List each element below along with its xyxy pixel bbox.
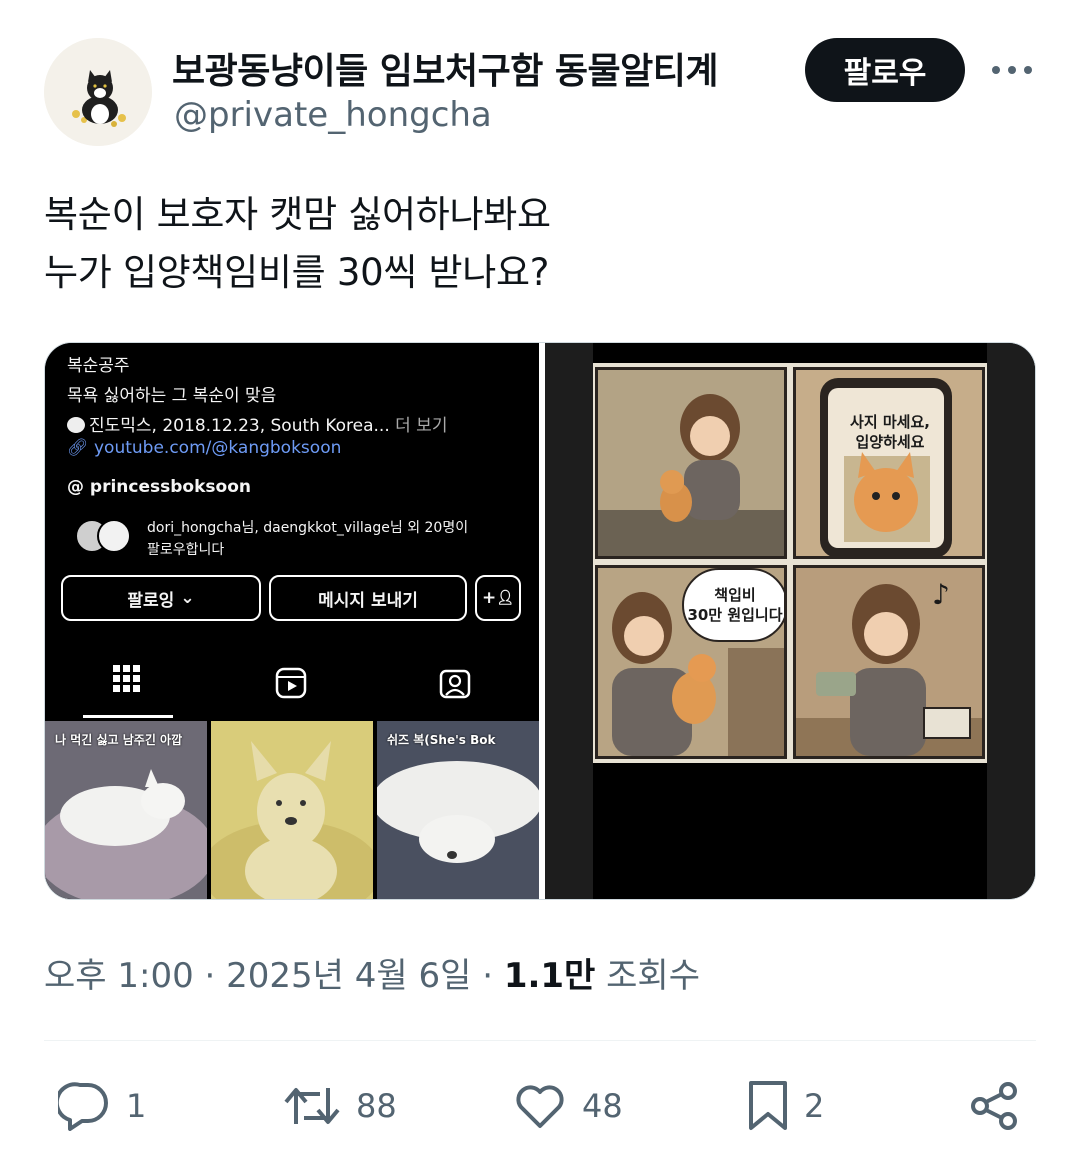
yellow-dog-image	[211, 721, 373, 899]
ig-message-label: 메시지 보내기	[318, 590, 418, 611]
retweet-count: 88	[356, 1087, 397, 1125]
ig-link-line: 🔗︎ youtube.com/@kangboksoon	[67, 438, 341, 458]
divider	[44, 1040, 1036, 1041]
ig-threads: princessboksoon	[89, 477, 251, 497]
reel-label: 쉬즈 복(She's Bok	[387, 733, 496, 747]
ig-followed-by-2: 팔로우합니다	[147, 542, 225, 558]
display-name[interactable]: 보광동냥이들 임보처구함 동물알티계	[172, 42, 719, 94]
follow-button[interactable]: 팔로우	[805, 38, 965, 102]
ig-info: 진도믹스, 2018.12.23, South Korea...	[89, 416, 390, 436]
comic-text-line: 사지 마세요,	[850, 413, 930, 431]
woman-with-cat-illustration	[598, 370, 784, 556]
ig-add-label: +	[481, 588, 497, 608]
heart-icon	[516, 1085, 564, 1128]
reel-thumbnail	[211, 721, 373, 899]
tweet-timestamp[interactable]: 오후 1:00 · 2025년 4월 6일 ·	[44, 956, 493, 996]
grid-icon	[113, 665, 140, 692]
ig-add-person-button: + 👤︎	[475, 575, 521, 621]
reel-label: 나 먹긴 싫고 남주긴 아깝	[55, 733, 183, 747]
bookmark-button[interactable]: 2	[748, 1078, 824, 1134]
retweet-icon	[284, 1088, 340, 1124]
comic-image[interactable]: 사지 마세요, 입양하세요 책입비 30만 원입니다 ♪	[545, 343, 1035, 899]
ig-link: youtube.com/@kangboksoon	[94, 438, 342, 458]
comic-text-adopt: 사지 마세요, 입양하세요	[840, 406, 940, 458]
ig-tab-underline	[83, 715, 173, 718]
dog-icon	[67, 417, 85, 433]
reels-icon	[275, 667, 307, 699]
ig-info-line: 진도믹스, 2018.12.23, South Korea... 더 보기	[67, 411, 447, 436]
ig-followed-by: dori_hongcha님, daengkkot_village님 외 20명이	[147, 520, 469, 536]
ig-more: 더 보기	[395, 416, 448, 436]
share-icon	[971, 1082, 1017, 1130]
link-icon: 🔗︎	[67, 438, 89, 458]
tagged-icon	[439, 669, 471, 699]
like-count: 48	[582, 1087, 623, 1125]
instagram-profile-image[interactable]: 복순공주 목욕 싫어하는 그 복순이 맞음 진도믹스, 2018.12.23, …	[45, 343, 539, 899]
comic-speech-bubble: 책입비 30만 원입니다	[682, 568, 784, 642]
music-note-icon: ♪	[932, 578, 950, 611]
comic-panel: 사지 마세요, 입양하세요	[793, 367, 985, 559]
tweet-text-line: 복순이 보호자 캣맘 싫어하나봐요	[44, 193, 551, 236]
follower-avatars	[75, 519, 135, 555]
reply-count: 1	[126, 1087, 147, 1125]
bookmark-icon	[749, 1081, 787, 1130]
reply-icon	[58, 1082, 108, 1131]
ig-following-label: 팔로잉	[127, 590, 175, 611]
comic-text-line: 30만 원입니다	[687, 606, 783, 624]
comic-text-line: 책입비	[714, 586, 756, 604]
like-button[interactable]: 48	[514, 1078, 623, 1134]
tweet-text-line: 누가 입양책임비를 30씩 받나요?	[44, 251, 550, 294]
ig-profile-name: 복순공주	[67, 356, 130, 376]
woman-counting-money-illustration	[796, 568, 982, 756]
bookmark-count: 2	[804, 1087, 825, 1125]
threads-icon: @	[67, 477, 84, 497]
reel-thumbnail: 쉬즈 복(She's Bok	[377, 721, 539, 899]
ig-following-button: 팔로잉 ⌄	[61, 575, 261, 621]
phone-cat-illustration	[796, 370, 982, 556]
avatar[interactable]	[44, 38, 152, 146]
chevron-down-icon: ⌄	[180, 588, 195, 608]
person-icon: 👤︎	[496, 590, 515, 606]
reply-button[interactable]: 1	[58, 1078, 146, 1134]
user-handle[interactable]: @private_hongcha	[174, 95, 492, 135]
comic-panel: ♪	[793, 565, 985, 759]
ig-bio: 목욕 싫어하는 그 복순이 맞음	[67, 386, 277, 406]
view-label: 조회수	[606, 956, 700, 996]
ig-threads-line: @ princessboksoon	[67, 477, 251, 497]
tweet-text: 복순이 보호자 캣맘 싫어하나봐요 누가 입양책임비를 30씩 받나요?	[44, 186, 551, 302]
reel-thumbnail: 나 먹긴 싫고 남주긴 아깝	[45, 721, 207, 899]
view-count: 1.1만	[503, 956, 596, 996]
comic-text-line: 입양하세요	[855, 433, 925, 451]
tweet-meta: 오후 1:00 · 2025년 4월 6일 · 1.1만 조회수	[44, 948, 700, 997]
comic-panel	[595, 367, 787, 559]
more-options-icon[interactable]	[988, 52, 1036, 88]
tweet-media[interactable]: 복순공주 목욕 싫어하는 그 복순이 맞음 진도믹스, 2018.12.23, …	[44, 342, 1036, 900]
cat-avatar-image	[44, 38, 152, 146]
ig-message-button: 메시지 보내기	[269, 575, 467, 621]
comic-panel: 책입비 30만 원입니다	[595, 565, 787, 759]
retweet-button[interactable]: 88	[284, 1078, 397, 1134]
share-button[interactable]	[970, 1078, 1020, 1134]
